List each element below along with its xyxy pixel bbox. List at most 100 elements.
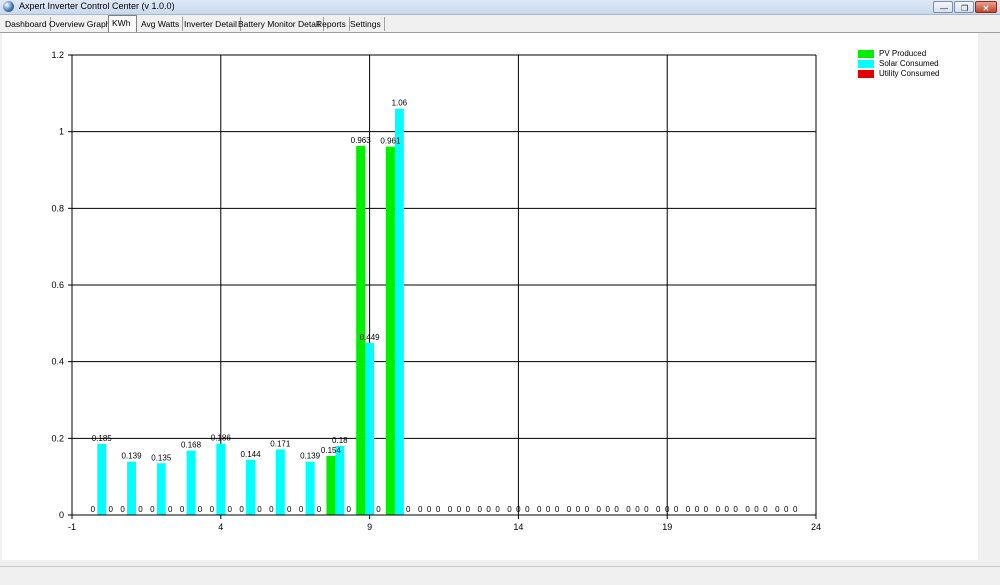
data-label-pv-produced-4: 0 <box>210 505 215 514</box>
data-label-solar-consumed-22: 0 <box>754 505 759 514</box>
window-title: Axpert Inverter Control Center (v 1.0.0) <box>19 1 175 11</box>
app-logo-icon <box>3 1 14 12</box>
kwh-chart-panel: 0 0.185 0 0 0.139 0 0 0.135 0 0 0.168 0 0 0.186 0 0 0.14… <box>2 33 978 560</box>
tab-reports[interactable]: Reports <box>313 17 350 31</box>
data-label-solar-consumed-0: 0.185 <box>92 434 113 443</box>
data-label-utility-consumed-2: 0 <box>168 505 173 514</box>
data-label-solar-consumed-16: 0 <box>576 505 581 514</box>
data-label-solar-consumed-13: 0 <box>486 505 491 514</box>
data-label-pv-produced-20: 0 <box>686 505 691 514</box>
data-label-solar-consumed-4: 0.186 <box>211 434 232 443</box>
data-label-pv-produced-5: 0 <box>239 505 244 514</box>
data-label-solar-consumed-23: 0 <box>784 505 789 514</box>
data-label-solar-consumed-20: 0 <box>695 505 700 514</box>
chart-data-labels: 00.1850 00.1390 00.1350 00.1680 00.1860 00.14… <box>91 99 798 514</box>
bar-solar-consumed-0 <box>97 444 107 515</box>
tab-dashboard[interactable]: Dashboard <box>2 17 51 31</box>
tab-settings[interactable]: Settings <box>347 17 385 31</box>
close-button[interactable]: ✕ <box>975 1 997 13</box>
data-label-pv-produced-18: 0 <box>626 505 631 514</box>
data-label-pv-produced-17: 0 <box>597 505 602 514</box>
legend-item-utility-consumed: Utility Consumed <box>858 69 998 79</box>
tab-overview-graph[interactable]: Overview Graph <box>46 17 115 31</box>
bar-solar-consumed-3 <box>186 450 196 515</box>
data-label-pv-produced-19: 0 <box>656 505 661 514</box>
legend-item-pv-produced: PV Produced <box>858 49 998 59</box>
data-label-utility-consumed-0: 0 <box>108 505 113 514</box>
data-label-solar-consumed-11: 0 <box>427 505 432 514</box>
data-label-utility-consumed-7: 0 <box>317 505 322 514</box>
maximize-button[interactable]: ❐ <box>954 1 974 13</box>
y-tick-label-1: 0.2 <box>51 433 64 443</box>
app-window: Axpert Inverter Control Center (v 1.0.0)… <box>0 0 1000 585</box>
data-label-pv-produced-14: 0 <box>507 505 512 514</box>
data-label-utility-consumed-1: 0 <box>138 505 143 514</box>
tab-strip: Dashboard Overview Graph KWh Avg Watts I… <box>0 15 1000 33</box>
data-label-utility-consumed-20: 0 <box>704 505 709 514</box>
x-tick-label-5: 24 <box>811 522 821 532</box>
x-tick-label-2: 9 <box>367 522 372 532</box>
y-tick-label-0: 0 <box>59 510 64 520</box>
data-label-utility-consumed-13: 0 <box>495 505 500 514</box>
data-label-solar-consumed-8: 0.18 <box>332 436 348 445</box>
minimize-button[interactable]: — <box>933 1 953 13</box>
bar-solar-consumed-4 <box>216 443 226 515</box>
data-label-pv-produced-6: 0 <box>269 505 274 514</box>
data-label-utility-consumed-12: 0 <box>466 505 471 514</box>
bar-solar-consumed-5 <box>246 459 256 515</box>
data-label-solar-consumed-3: 0.168 <box>181 441 202 450</box>
data-label-pv-produced-7: 0 <box>299 505 304 514</box>
data-label-utility-consumed-16: 0 <box>585 505 590 514</box>
data-label-pv-produced-13: 0 <box>477 505 482 514</box>
data-label-solar-consumed-19: 0 <box>665 505 670 514</box>
data-label-pv-produced-8: 0.154 <box>321 446 342 455</box>
data-label-solar-consumed-6: 0.171 <box>270 439 291 448</box>
data-label-utility-consumed-14: 0 <box>525 505 530 514</box>
data-label-pv-produced-1: 0 <box>120 505 125 514</box>
y-tick-label-5: 1 <box>59 127 64 137</box>
data-label-utility-consumed-3: 0 <box>198 505 203 514</box>
bar-solar-consumed-7 <box>305 461 315 515</box>
title-bar: Axpert Inverter Control Center (v 1.0.0)… <box>0 0 1000 15</box>
bar-pv-produced-9 <box>356 145 366 515</box>
kwh-bar-chart: 00.1850 00.1390 00.1350 00.1680 00.1860 00.14… <box>51 50 821 532</box>
data-label-utility-consumed-10: 0 <box>406 505 411 514</box>
tab-inverter-detail[interactable]: Inverter Detail <box>181 17 241 31</box>
data-label-solar-consumed-14: 0 <box>516 505 521 514</box>
y-tick-label-2: 0.4 <box>51 357 64 367</box>
data-label-solar-consumed-17: 0 <box>605 505 610 514</box>
tab-kwh[interactable]: KWh <box>108 15 137 32</box>
data-label-utility-consumed-21: 0 <box>733 505 738 514</box>
data-label-utility-consumed-11: 0 <box>436 505 441 514</box>
legend-label-solar-consumed: Solar Consumed <box>879 59 939 68</box>
data-label-solar-consumed-18: 0 <box>635 505 640 514</box>
bar-pv-produced-10 <box>385 146 395 515</box>
data-label-utility-consumed-6: 0 <box>287 505 292 514</box>
legend-label-pv-produced: PV Produced <box>879 49 927 58</box>
tab-avg-watts[interactable]: Avg Watts <box>138 17 184 31</box>
bar-pv-produced-8 <box>326 455 336 515</box>
data-label-utility-consumed-4: 0 <box>228 505 233 514</box>
y-tick-label-3: 0.6 <box>51 280 64 290</box>
data-label-solar-consumed-9: 0.449 <box>360 333 381 342</box>
data-label-utility-consumed-23: 0 <box>793 505 798 514</box>
legend-label-utility-consumed: Utility Consumed <box>879 69 940 78</box>
data-label-pv-produced-11: 0 <box>418 505 423 514</box>
bar-solar-consumed-9 <box>365 342 375 515</box>
data-label-utility-consumed-5: 0 <box>257 505 262 514</box>
data-label-solar-consumed-21: 0 <box>724 505 729 514</box>
data-label-solar-consumed-15: 0 <box>546 505 551 514</box>
bar-solar-consumed-2 <box>156 463 166 515</box>
data-label-utility-consumed-9: 0 <box>376 505 381 514</box>
data-label-pv-produced-21: 0 <box>716 505 721 514</box>
data-label-solar-consumed-5: 0.144 <box>241 450 262 459</box>
data-label-utility-consumed-22: 0 <box>763 505 768 514</box>
bar-solar-consumed-1 <box>127 461 136 515</box>
data-label-pv-produced-0: 0 <box>91 505 96 514</box>
data-label-solar-consumed-12: 0 <box>457 505 462 514</box>
y-tick-label-6: 1.2 <box>51 50 64 60</box>
data-label-solar-consumed-10: 1.06 <box>392 99 408 108</box>
data-label-pv-produced-3: 0 <box>180 505 185 514</box>
tab-battery-monitor-detail[interactable]: Battery Monitor Detail <box>235 17 324 31</box>
status-bar <box>0 566 1000 585</box>
